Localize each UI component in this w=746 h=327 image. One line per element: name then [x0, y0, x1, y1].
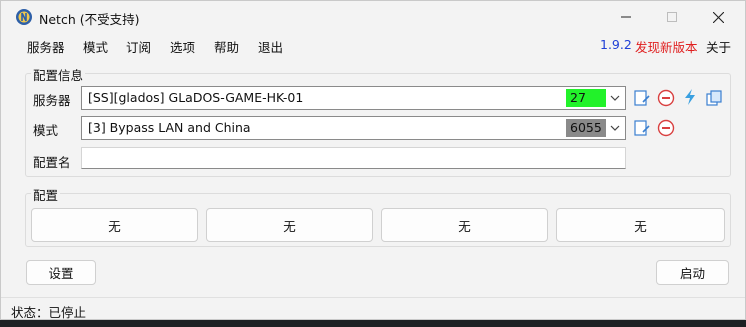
profile-button-3[interactable]: 无 — [381, 208, 548, 242]
mode-badge: 6055 — [566, 119, 606, 137]
menu-about[interactable]: 关于 — [706, 37, 731, 56]
close-button[interactable] — [695, 1, 741, 33]
maximize-button[interactable] — [649, 1, 695, 33]
menu-help[interactable]: 帮助 — [214, 37, 239, 56]
server-value: [SS][glados] GLaDOS-GAME-HK-01 — [88, 90, 304, 105]
menu-mode[interactable]: 模式 — [83, 37, 108, 56]
mode-value: [3] Bypass LAN and China — [88, 120, 251, 135]
profile-button-2[interactable]: 无 — [206, 208, 373, 242]
minimize-button[interactable] — [603, 1, 649, 33]
delete-icon[interactable] — [657, 89, 675, 107]
close-icon — [712, 11, 724, 23]
menu-server[interactable]: 服务器 — [27, 37, 65, 56]
server-select[interactable]: [SS][glados] GLaDOS-GAME-HK-01 27 — [81, 86, 626, 110]
window-title: Netch (不受支持) — [39, 12, 140, 27]
menu-subscription[interactable]: 订阅 — [126, 37, 151, 56]
netch-app-icon — [16, 9, 32, 25]
delete-icon[interactable] — [657, 119, 675, 137]
server-label: 服务器 — [33, 93, 71, 108]
title-bar: Netch (不受支持) — [1, 1, 745, 33]
new-version-link[interactable]: 发现新版本 — [635, 37, 698, 56]
chevron-down-icon — [610, 95, 620, 101]
version-label[interactable]: 1.9.2 — [600, 37, 632, 52]
status-text: 状态：已停止 — [11, 305, 87, 320]
start-button[interactable]: 启动 — [656, 260, 729, 285]
latency-badge: 27 — [566, 89, 606, 107]
profiles-title: 配置 — [31, 185, 61, 204]
copy-icon[interactable] — [705, 89, 723, 107]
status-bar: 状态：已停止 — [1, 297, 745, 320]
profile-name-label: 配置名 — [33, 155, 71, 170]
maximize-icon — [667, 12, 677, 22]
menu-exit[interactable]: 退出 — [258, 37, 283, 56]
mode-label: 模式 — [33, 123, 59, 138]
speedtest-icon[interactable] — [681, 88, 699, 106]
menu-options[interactable]: 选项 — [170, 37, 195, 56]
profile-name-input[interactable] — [81, 147, 626, 169]
edit-icon[interactable] — [633, 119, 651, 137]
config-info-title: 配置信息 — [31, 65, 86, 84]
menu-bar: 服务器 模式 订阅 选项 帮助 退出 1.9.2 发现新版本 关于 — [1, 35, 745, 57]
settings-button[interactable]: 设置 — [26, 260, 96, 285]
mode-select[interactable]: [3] Bypass LAN and China 6055 — [81, 116, 626, 140]
edit-icon[interactable] — [633, 89, 651, 107]
chevron-down-icon — [610, 125, 620, 131]
minimize-icon — [621, 16, 631, 18]
netch-window: Netch (不受支持) 服务器 模式 订阅 选项 帮助 退出 1.9.2 发现… — [0, 0, 746, 320]
profile-button-4[interactable]: 无 — [556, 208, 725, 242]
desktop-background — [0, 320, 746, 327]
profile-button-1[interactable]: 无 — [31, 208, 198, 242]
